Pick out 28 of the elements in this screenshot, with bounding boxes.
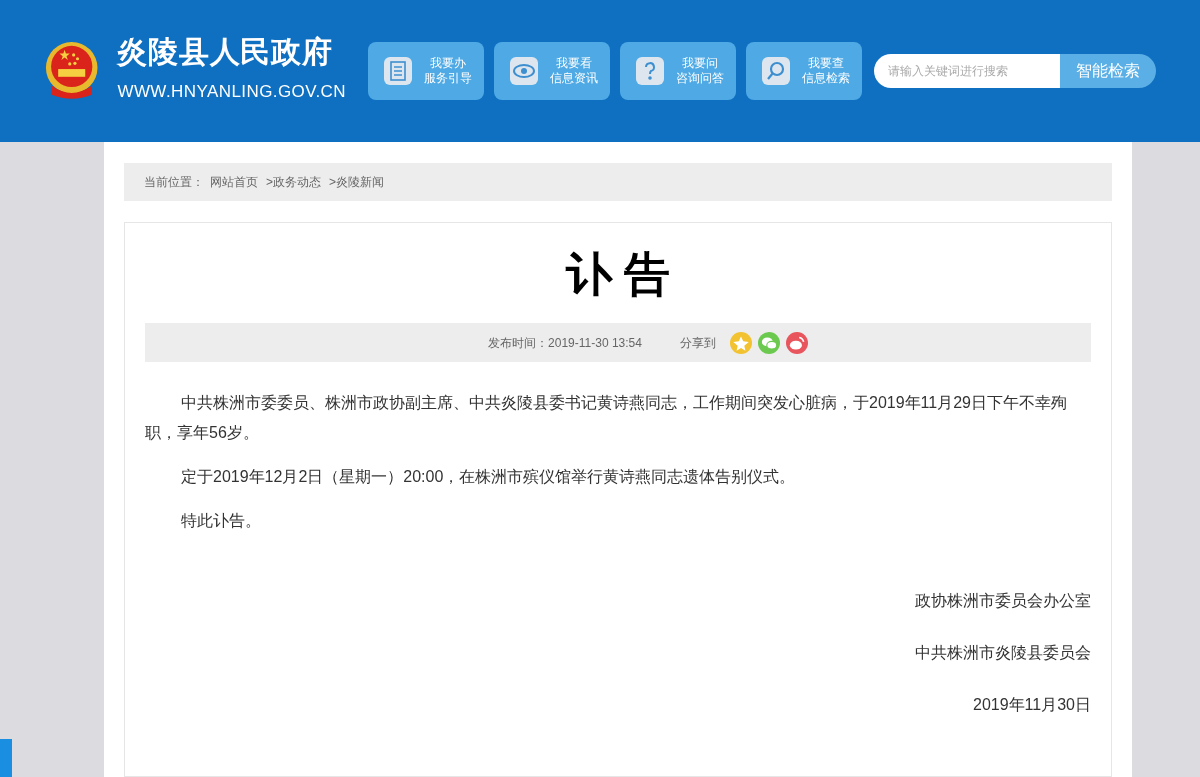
eye-icon [510, 57, 538, 85]
search-field[interactable]: 请输入关键词进行搜索 [874, 54, 1060, 88]
article-paragraph: 中共株洲市委委员、株洲市政协副主席、中共炎陵县委书记黄诗燕同志，工作期间突发心脏病，于2019年11月29日下午不幸殉职，享年56岁。 [145, 393, 1068, 443]
article-paragraph: 特此讣告。 [180, 511, 262, 531]
nav-button[interactable]: 我要看 信息资讯 [494, 42, 610, 100]
breadcrumb-link[interactable]: >政务动态 [266, 173, 321, 191]
site-name: 炎陵县人民政府 [117, 37, 334, 68]
share-label: 分享到 [679, 334, 716, 352]
publish-time: 发布时间：2019-11-30 13:54 [488, 334, 642, 352]
nav-button[interactable]: 我要查 信息检索 [746, 42, 862, 100]
nav-button[interactable]: 我要问 咨询问答 [620, 42, 736, 100]
breadcrumb-label: 当前位置： [144, 174, 204, 191]
article-paragraph: 定于2019年12月2日（星期一）20:00，在株洲市殡仪馆举行黄诗燕同志遗体告别仪式。 [180, 467, 797, 487]
breadcrumb-link[interactable]: >炎陵新闻 [329, 173, 385, 191]
signature-line: 2019年11月30日 [973, 695, 1091, 715]
signature-line: 中共株洲市炎陵县委员会 [915, 643, 1091, 663]
nav-button[interactable]: 我要办 服务引导 [368, 42, 484, 100]
weibo-share-icon[interactable] [785, 331, 808, 354]
article-title: 讣 告 [564, 251, 672, 297]
star-share-icon[interactable] [729, 331, 752, 354]
wechat-share-icon[interactable] [757, 331, 780, 354]
breadcrumb-link[interactable]: 网站首页 [210, 173, 258, 191]
question-icon [636, 57, 664, 85]
document-icon [384, 57, 412, 85]
search-button[interactable]: 智能检索 [1060, 54, 1156, 88]
signature-line: 政协株洲市委员会办公室 [915, 591, 1091, 611]
site-url: WWW.HNYANLING.GOV.CN [117, 81, 346, 104]
search-icon [762, 57, 790, 85]
